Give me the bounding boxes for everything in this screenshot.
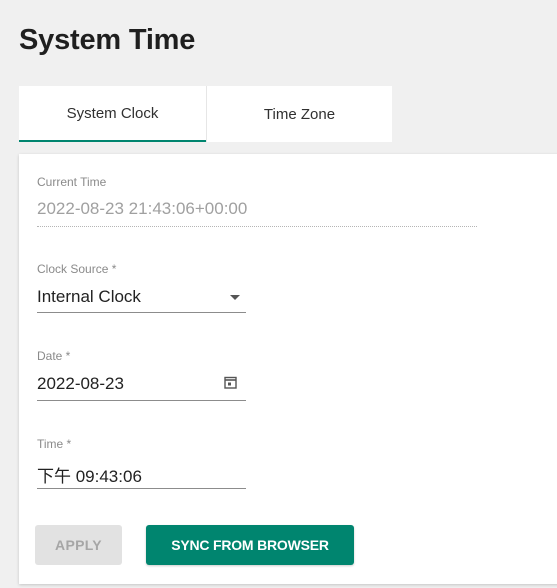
clock-source-label: Clock Source *: [37, 262, 117, 276]
current-time-value: 2022-08-23 21:43:06+00:00: [37, 199, 248, 218]
time-value[interactable]: 下午 09:43:06: [37, 462, 142, 487]
calendar-icon[interactable]: [224, 376, 237, 389]
page-title: System Time: [19, 24, 196, 56]
current-time-field: Current Time 2022-08-23 21:43:06+00:00: [37, 175, 477, 229]
date-input[interactable]: Date * 2022-08-23: [37, 349, 246, 403]
tab-system-clock[interactable]: System Clock: [19, 86, 206, 142]
current-time-underline: [37, 226, 477, 227]
dropdown-arrow-icon[interactable]: [230, 295, 240, 300]
current-time-label: Current Time: [37, 175, 107, 189]
system-clock-card: Current Time 2022-08-23 21:43:06+00:00 C…: [19, 154, 557, 584]
apply-button[interactable]: APPLY: [35, 525, 122, 565]
tab-bar: System Clock Time Zone: [19, 86, 392, 142]
time-input[interactable]: Time * 下午 09:43:06: [37, 437, 246, 491]
date-underline: [37, 400, 246, 401]
clock-source-value[interactable]: Internal Clock: [37, 287, 141, 307]
date-label: Date *: [37, 349, 71, 363]
sync-from-browser-button[interactable]: SYNC FROM BROWSER: [146, 525, 354, 565]
time-label: Time *: [37, 437, 72, 451]
time-underline: [37, 488, 246, 489]
date-value[interactable]: 2022-08-23: [37, 374, 124, 394]
clock-source-underline: [37, 312, 246, 313]
clock-source-select[interactable]: Clock Source * Internal Clock: [37, 262, 246, 314]
tab-time-zone[interactable]: Time Zone: [206, 86, 392, 142]
